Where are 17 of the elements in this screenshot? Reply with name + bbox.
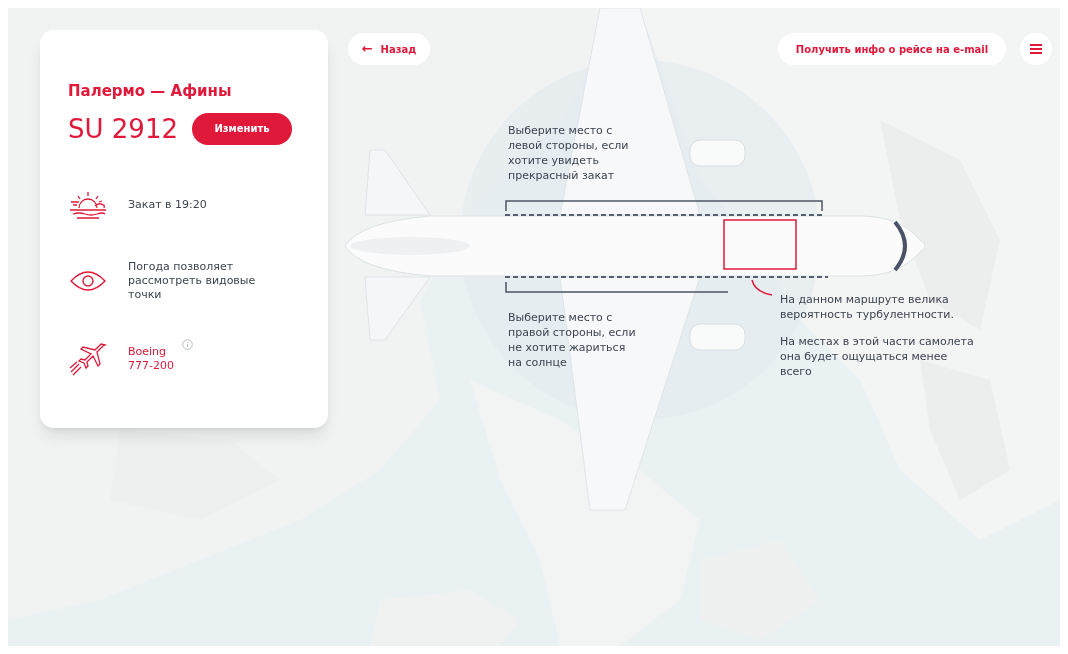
menu-icon [1030,44,1042,54]
change-button[interactable]: Изменить [191,112,292,145]
leader-line [751,279,773,296]
feature-text: Погода позволяет рассмотреть видовые точки [128,259,257,302]
note-text: На данном маршруте велика вероятность турбулентности. [780,292,955,322]
hint-text: Выберите место с правой стороны, если не хотите жариться на солнце [508,310,637,370]
back-button[interactable]: ← Назад [348,33,430,65]
note-text: На местах в этой части самолета она будет ощущаться менее всего [780,334,975,379]
sunset-icon [69,189,107,220]
hint-text: Выберите место с левой стороны, если хотите увидеть прекрасный закат [508,123,630,183]
feature-text: Boeing 777-200 [128,344,175,373]
feature-text: Закат в 19:20 [128,197,208,212]
email-button[interactable]: Получить инфо о рейсе на e-mail [778,33,1006,65]
route-title: Палермо — Афины [68,81,233,102]
eye-icon [70,269,106,292]
flight-number: SU 2912 [68,112,178,145]
airplane-icon [69,341,107,376]
